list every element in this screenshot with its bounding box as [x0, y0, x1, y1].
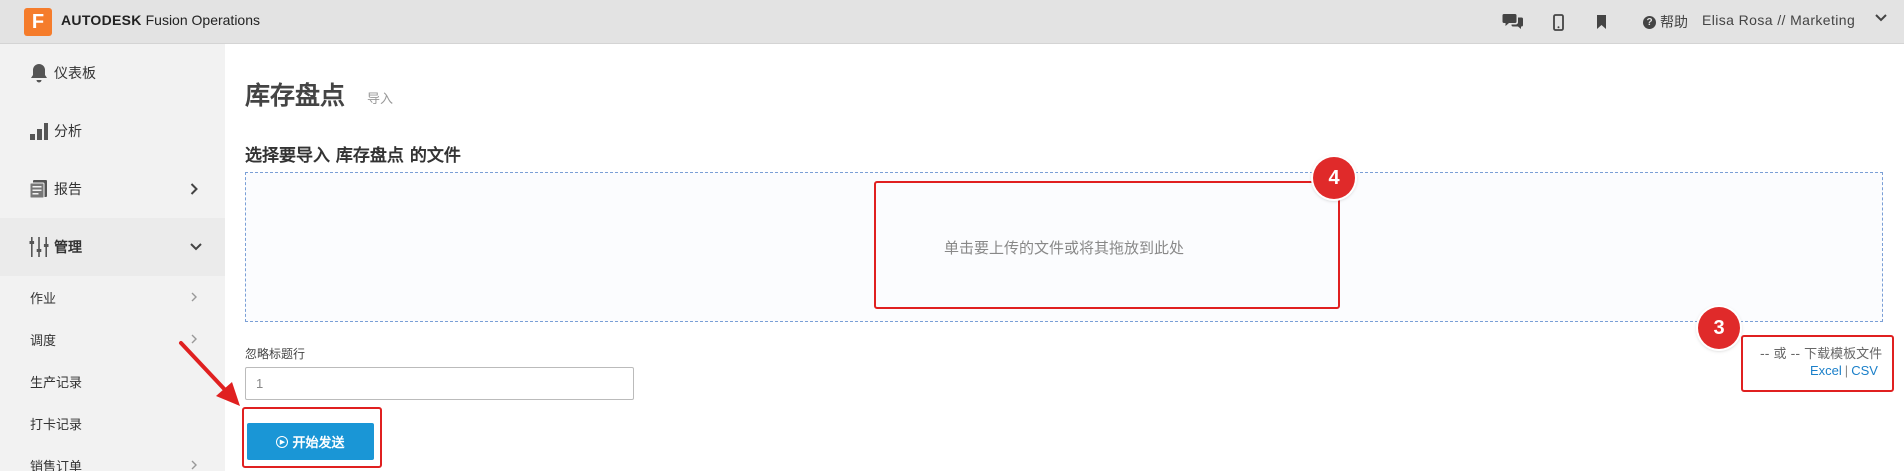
section-title: 选择要导入 库存盘点 的文件: [245, 146, 461, 166]
sidebar-item-analysis[interactable]: 分析: [0, 102, 225, 160]
page-title: 库存盘点: [245, 81, 346, 110]
chat-icon[interactable]: [1501, 10, 1525, 34]
help-label: 帮助: [1660, 15, 1688, 31]
user-menu[interactable]: Elisa Rosa // Marketing: [1702, 12, 1855, 28]
skip-header-label: 忽略标题行: [245, 347, 306, 361]
sidebar-subitem-label: 作业: [30, 291, 57, 307]
sliders-icon: [28, 236, 50, 258]
skip-header-input[interactable]: 1: [245, 367, 634, 400]
sidebar-subitem-sales-orders[interactable]: 销售订单: [0, 444, 225, 471]
sidebar-item-reports[interactable]: 报告: [0, 160, 225, 218]
report-icon: [28, 178, 50, 200]
page-subtitle: 导入: [367, 92, 394, 107]
chevron-right-icon: [191, 292, 197, 302]
annotation-box-download: [1741, 335, 1894, 392]
sidebar-subitem-label: 打卡记录: [30, 417, 83, 433]
bar-chart-icon: [28, 120, 50, 142]
help-link[interactable]: ? 帮助: [1643, 12, 1688, 32]
annotation-box-send-button: [242, 407, 382, 468]
bell-icon: [28, 62, 50, 84]
chevron-right-icon: [190, 183, 198, 195]
sidebar-item-label: 分析: [54, 124, 82, 140]
chevron-right-icon: [191, 460, 197, 470]
fusion-logo-icon[interactable]: F: [24, 8, 52, 36]
annotation-badge-download: 3: [1698, 307, 1740, 349]
help-icon: ?: [1643, 15, 1656, 29]
sidebar-item-management[interactable]: 管理: [0, 218, 225, 276]
annotation-box-dropzone: [874, 181, 1340, 309]
sidebar-item-label: 报告: [54, 182, 82, 198]
app-brand[interactable]: AUTODESK Fusion Operations: [61, 12, 260, 28]
sidebar-item-label: 仪表板: [54, 66, 96, 82]
sidebar-subitem-jobs[interactable]: 作业: [0, 276, 225, 318]
bookmark-icon[interactable]: [1594, 10, 1608, 34]
chevron-down-icon: [190, 243, 202, 251]
sidebar-subitem-label: 生产记录: [30, 375, 83, 391]
brand-name: AUTODESK: [61, 12, 142, 28]
annotation-badge-dropzone: 4: [1313, 157, 1355, 199]
mobile-icon[interactable]: [1550, 10, 1566, 34]
sidebar-item-label: 管理: [54, 240, 82, 256]
chevron-down-icon[interactable]: [1875, 14, 1887, 22]
sidebar-subitem-label: 调度: [30, 333, 57, 349]
sidebar-item-dashboard[interactable]: 仪表板: [0, 44, 225, 102]
annotation-arrow-icon: [179, 341, 240, 406]
top-bar: F AUTODESK Fusion Operations ? 帮助 Elisa …: [0, 0, 1904, 44]
sidebar-subitem-label: 销售订单: [30, 459, 83, 471]
product-name: Fusion Operations: [145, 12, 261, 28]
